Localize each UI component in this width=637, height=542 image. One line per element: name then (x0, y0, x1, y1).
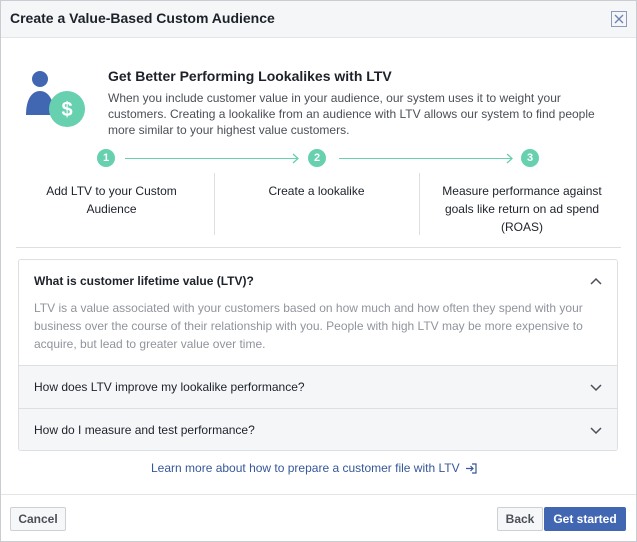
dialog-title: Create a Value-Based Custom Audience (10, 10, 275, 26)
step-connector-2 (339, 158, 511, 159)
chevron-up-icon[interactable] (590, 277, 602, 285)
faq-accordion: What is customer lifetime value (LTV)? L… (18, 259, 618, 451)
external-link-icon (465, 462, 477, 474)
dialog-header: Create a Value-Based Custom Audience (1, 1, 636, 38)
arrow-right-icon (292, 153, 299, 164)
close-button[interactable] (611, 11, 627, 27)
step-2-label: Create a lookalike (268, 184, 365, 198)
chevron-down-icon (590, 384, 602, 392)
learn-more-label: Learn more about how to prepare a custom… (151, 461, 460, 475)
section-divider (16, 247, 621, 248)
svg-text:$: $ (61, 99, 72, 121)
faq-item-title[interactable]: What is customer lifetime value (LTV)? (34, 274, 254, 288)
step-divider (214, 173, 215, 235)
hero-title: Get Better Performing Lookalikes with LT… (108, 68, 392, 84)
step-1-label: Add LTV to your Custom Audience (46, 184, 177, 216)
footer-divider (1, 494, 636, 495)
custom-audience-dialog: Create a Value-Based Custom Audience $ G… (0, 0, 637, 542)
step-connector-1 (125, 158, 297, 159)
back-button[interactable]: Back (497, 507, 543, 531)
step-divider (419, 173, 420, 235)
faq-item-lookalike-performance[interactable]: How does LTV improve my lookalike perfor… (19, 366, 617, 409)
close-icon (614, 14, 624, 24)
learn-more-link[interactable]: Learn more about how to prepare a custom… (151, 461, 477, 475)
step-2-circle: 2 (308, 149, 326, 167)
person-with-dollar-icon: $ (26, 71, 85, 127)
faq-item-title: How do I measure and test performance? (34, 423, 255, 437)
step-3-label: Measure performance against goals like r… (442, 184, 602, 234)
get-started-button[interactable]: Get started (544, 507, 626, 531)
cancel-button[interactable]: Cancel (10, 507, 66, 531)
hero-description: When you include customer value in your … (108, 91, 595, 137)
step-1-circle: 1 (97, 149, 115, 167)
faq-item-ltv: What is customer lifetime value (LTV)? L… (19, 260, 617, 366)
faq-item-measure-performance[interactable]: How do I measure and test performance? (19, 409, 617, 450)
chevron-down-icon (590, 427, 602, 435)
faq-item-title: How does LTV improve my lookalike perfor… (34, 380, 305, 394)
faq-item-body: LTV is a value associated with your cust… (34, 301, 583, 351)
step-3-circle: 3 (521, 149, 539, 167)
arrow-right-icon (506, 153, 513, 164)
